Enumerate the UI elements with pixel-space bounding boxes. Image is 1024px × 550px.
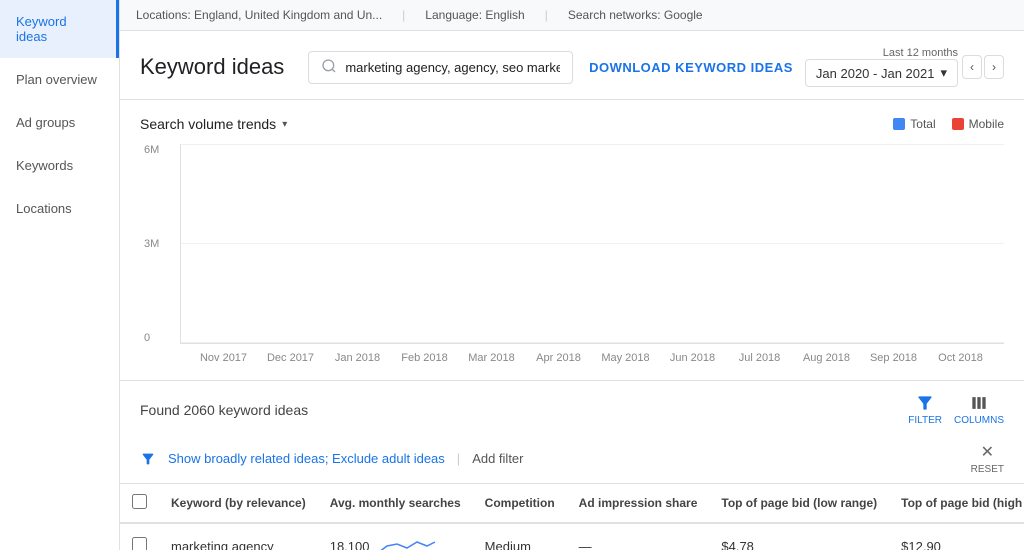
chevron-down-icon: ▾ — [940, 65, 947, 81]
select-all-checkbox[interactable] — [132, 494, 147, 509]
x-label: Sep 2018 — [860, 348, 927, 364]
sidebar-item-plan-overview[interactable]: Plan overview — [0, 58, 119, 101]
chart-title: Search volume trends — [140, 116, 276, 132]
th-bid-high: Top of page bid (high range) — [889, 484, 1024, 523]
found-section: Found 2060 keyword ideas FILTER COLUMNS — [120, 380, 1024, 434]
sidebar: Keyword ideas Plan overview Ad groups Ke… — [0, 0, 120, 550]
sidebar-item-ad-groups[interactable]: Ad groups — [0, 101, 119, 144]
x-label: Mar 2018 — [458, 348, 525, 364]
sidebar-item-keywords[interactable]: Keywords — [0, 144, 119, 187]
row-checkbox[interactable] — [132, 537, 147, 550]
date-range-selector: Last 12 months Jan 2020 - Jan 2021 ▾ ‹ › — [805, 47, 1004, 87]
date-range-label: Last 12 months — [883, 47, 958, 59]
filter-button[interactable]: FILTER — [908, 393, 942, 426]
add-filter-link[interactable]: Add filter — [472, 451, 523, 466]
prev-date-button[interactable]: ‹ — [962, 55, 982, 79]
chart-legend: Total Mobile — [893, 117, 1004, 131]
th-ad-impression: Ad impression share — [567, 484, 710, 523]
legend-mobile: Mobile — [952, 117, 1004, 131]
top-bar: Locations: England, United Kingdom and U… — [120, 0, 1024, 31]
found-text: Found 2060 keyword ideas — [140, 402, 308, 418]
filter-link[interactable]: Show broadly related ideas; Exclude adul… — [168, 451, 445, 466]
main-content: Locations: England, United Kingdom and U… — [120, 0, 1024, 550]
chart-dropdown-icon[interactable]: ▾ — [282, 119, 287, 130]
download-button[interactable]: DOWNLOAD KEYWORD IDEAS — [589, 60, 793, 75]
filter-bar: Show broadly related ideas; Exclude adul… — [120, 434, 1024, 484]
th-avg: Avg. monthly searches — [318, 484, 473, 523]
language-label: Language: English — [425, 8, 524, 22]
reset-button[interactable]: ✕ RESET — [971, 442, 1004, 475]
keyword-table: Keyword (by relevance) Avg. monthly sear… — [120, 484, 1024, 550]
avg-searches-cell: 18,100 — [318, 524, 473, 550]
header-right: DOWNLOAD KEYWORD IDEAS Last 12 months Ja… — [589, 47, 1004, 87]
legend-mobile-color — [952, 118, 964, 130]
filter-icon — [140, 451, 156, 467]
next-date-button[interactable]: › — [984, 55, 1004, 79]
ad-impression-cell: — — [567, 523, 710, 550]
chart-section: Search volume trends ▾ Total Mobile 6M — [120, 100, 1024, 380]
page-header: Keyword ideas DOWNLOAD KEYWORD IDEAS Las… — [120, 31, 1024, 100]
networks-label: Search networks: Google — [568, 8, 703, 22]
x-label: May 2018 — [592, 348, 659, 364]
trend-chart — [377, 534, 437, 550]
sidebar-item-keyword-ideas[interactable]: Keyword ideas — [0, 0, 119, 58]
x-label: Nov 2017 — [190, 348, 257, 364]
th-checkbox — [120, 484, 159, 523]
page-title: Keyword ideas — [140, 54, 284, 80]
y-label-0: 0 — [144, 332, 159, 344]
x-label: Jan 2018 — [324, 348, 391, 364]
x-label: Jun 2018 — [659, 348, 726, 364]
y-label-6m: 6M — [144, 144, 159, 156]
locations-label: Locations: England, United Kingdom and U… — [136, 8, 382, 22]
bid-high-cell: $12.90 — [889, 523, 1024, 550]
bid-low-cell: $4.78 — [709, 523, 889, 550]
bar-chart — [180, 144, 1004, 344]
legend-total: Total — [893, 117, 935, 131]
competition-cell: Medium — [473, 523, 567, 550]
columns-button[interactable]: COLUMNS — [954, 393, 1004, 426]
x-label: Jul 2018 — [726, 348, 793, 364]
bar-chart-container: 6M 3M 0 Nov 2017Dec 2017Jan 2 — [140, 144, 1004, 364]
y-label-3m: 3M — [144, 238, 159, 250]
date-range-value[interactable]: Jan 2020 - Jan 2021 ▾ — [805, 59, 958, 87]
app-layout: Keyword ideas Plan overview Ad groups Ke… — [0, 0, 1024, 550]
chart-header: Search volume trends ▾ Total Mobile — [140, 116, 1004, 132]
x-label: Aug 2018 — [793, 348, 860, 364]
sidebar-item-locations[interactable]: Locations — [0, 187, 119, 230]
x-label: Oct 2018 — [927, 348, 994, 364]
th-keyword: Keyword (by relevance) — [159, 484, 318, 523]
search-bar[interactable] — [308, 51, 573, 84]
legend-total-color — [893, 118, 905, 130]
action-icons: FILTER COLUMNS — [908, 393, 1004, 426]
x-label: Apr 2018 — [525, 348, 592, 364]
th-competition: Competition — [473, 484, 567, 523]
table-row: marketing agency18,100Medium—$4.78$12.90 — [120, 523, 1024, 550]
search-icon — [321, 58, 337, 77]
x-label: Dec 2017 — [257, 348, 324, 364]
x-label: Feb 2018 — [391, 348, 458, 364]
x-labels: Nov 2017Dec 2017Jan 2018Feb 2018Mar 2018… — [180, 348, 1004, 364]
th-bid-low: Top of page bid (low range) — [709, 484, 889, 523]
keyword-cell: marketing agency — [159, 523, 318, 550]
search-input[interactable] — [345, 60, 560, 75]
chart-bars — [181, 144, 1004, 343]
date-nav-arrows: ‹ › — [962, 55, 1004, 79]
